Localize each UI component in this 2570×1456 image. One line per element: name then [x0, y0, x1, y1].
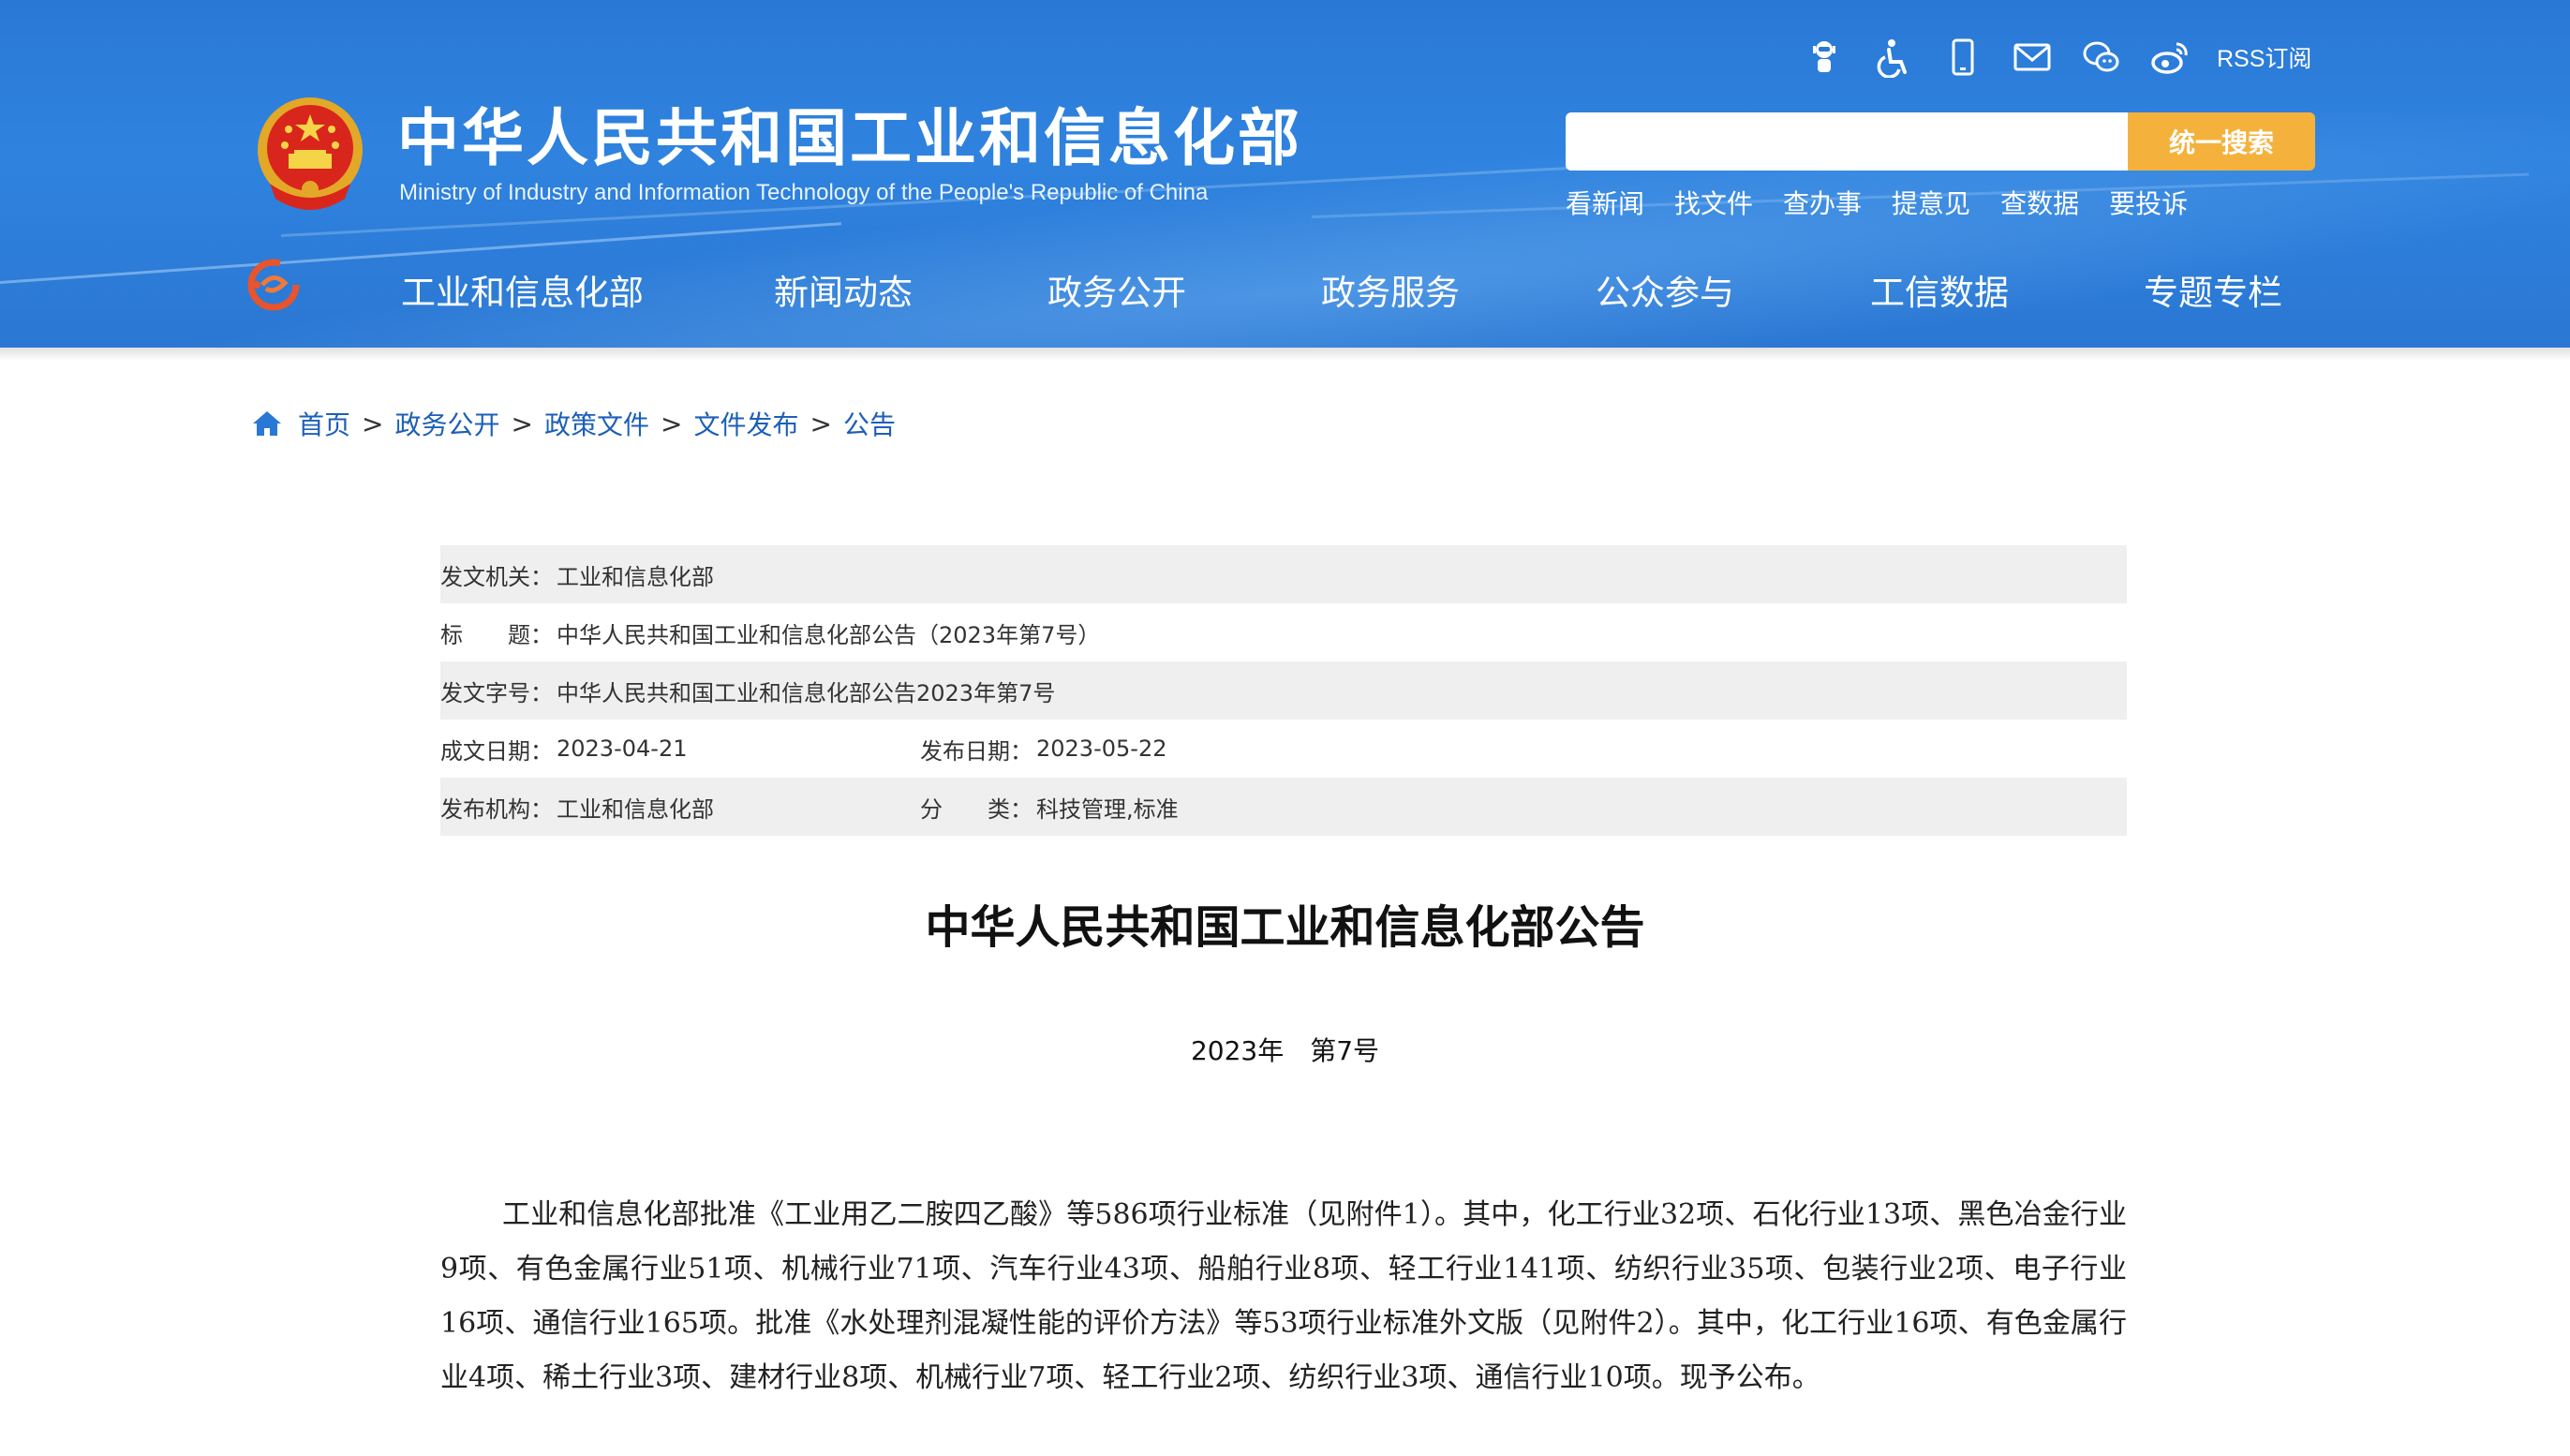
- published-date-cell: 发布日期： 2023-05-22: [920, 733, 1166, 765]
- issuer-value: 工业和信息化部: [557, 563, 714, 590]
- docno-value: 中华人民共和国工业和信息化部公告2023年第7号: [557, 679, 1056, 706]
- info-row-dates: 成文日期： 2023-04-21 发布日期： 2023-05-22: [440, 720, 2127, 778]
- created-value: 2023-04-21: [557, 735, 688, 762]
- site-header: 中华人民共和国工业和信息化部 Ministry of Industry and …: [0, 0, 2570, 348]
- main-nav: 工业和信息化部 新闻动态 政务公开 政务服务 公众参与 工信数据 专题专栏: [0, 264, 2570, 313]
- title-value: 中华人民共和国工业和信息化部公告（2023年第7号）: [557, 621, 1101, 648]
- national-emblem-icon: [258, 97, 363, 210]
- breadcrumb-announcement[interactable]: 公告: [843, 405, 896, 442]
- nav-item-news[interactable]: 新闻动态: [774, 264, 913, 315]
- site-subtitle: Ministry of Industry and Information Tec…: [399, 180, 1209, 205]
- created-label: 成文日期：: [440, 737, 553, 765]
- quick-link-files[interactable]: 找文件: [1674, 184, 1753, 221]
- header-shadow: [0, 348, 2570, 361]
- created-date-cell: 成文日期： 2023-04-21: [440, 733, 920, 765]
- search-button[interactable]: 统一搜索: [2128, 112, 2315, 171]
- org-cell: 发布机构： 工业和信息化部: [440, 791, 920, 824]
- breadcrumb-separator: >: [362, 408, 384, 439]
- document-body: 工业和信息化部批准《工业用乙二胺四乙酸》等586项行业标准（见附件1）。其中，化…: [440, 1198, 2127, 1394]
- nav-item-gov-services[interactable]: 政务服务: [1321, 264, 1460, 315]
- document-title: 中华人民共和国工业和信息化部公告: [925, 901, 1645, 954]
- category-value: 科技管理,标准: [1036, 795, 1179, 823]
- accessibility-icon[interactable]: [1868, 32, 1919, 82]
- document-number: 2023年 第7号: [1190, 1035, 1380, 1066]
- nav-item-public-participation[interactable]: 公众参与: [1596, 264, 1734, 315]
- org-label: 发布机构：: [440, 795, 553, 823]
- breadcrumb-file-release[interactable]: 文件发布: [693, 405, 798, 442]
- breadcrumb: 首页 > 政务公开 > 政策文件 > 文件发布 > 公告: [251, 405, 896, 442]
- nav-item-data[interactable]: 工信数据: [1870, 264, 2009, 315]
- breadcrumb-home[interactable]: 首页: [298, 405, 350, 442]
- published-label: 发布日期：: [920, 737, 1032, 765]
- category-cell: 分 类： 科技管理,标准: [920, 791, 1179, 824]
- breadcrumb-policy-files[interactable]: 政策文件: [544, 405, 649, 442]
- quick-link-services[interactable]: 查办事: [1783, 184, 1862, 221]
- issuer-label: 发文机关：: [440, 563, 553, 590]
- published-value: 2023-05-22: [1036, 735, 1167, 762]
- quick-link-feedback[interactable]: 提意见: [1892, 184, 1970, 221]
- wechat-icon[interactable]: [2076, 32, 2127, 82]
- search-input[interactable]: [1566, 112, 2128, 171]
- robot-icon[interactable]: [1799, 32, 1850, 82]
- breadcrumb-gov-affairs[interactable]: 政务公开: [394, 405, 499, 442]
- page: 中华人民共和国工业和信息化部 Ministry of Industry and …: [0, 0, 2570, 1456]
- org-value: 工业和信息化部: [557, 795, 714, 823]
- nav-item-gov-affairs[interactable]: 政务公开: [1047, 264, 1186, 315]
- info-row-docno: 发文字号： 中华人民共和国工业和信息化部公告2023年第7号: [440, 661, 2127, 720]
- quick-links: 看新闻 找文件 查办事 提意见 查数据 要投诉: [1566, 184, 2218, 221]
- nav-item-ministry[interactable]: 工业和信息化部: [401, 264, 644, 315]
- rss-link[interactable]: RSS订阅: [2217, 40, 2311, 74]
- breadcrumb-separator: >: [660, 408, 683, 439]
- quick-link-news[interactable]: 看新闻: [1566, 184, 1644, 221]
- info-row-issuer: 发文机关： 工业和信息化部: [440, 545, 2127, 603]
- site-title: 中华人民共和国工业和信息化部: [397, 102, 1302, 174]
- utility-icons: RSS订阅: [1799, 32, 2311, 82]
- mobile-icon[interactable]: [1938, 32, 1988, 82]
- info-row-title: 标 题： 中华人民共和国工业和信息化部公告（2023年第7号）: [440, 603, 2127, 661]
- breadcrumb-separator: >: [511, 408, 533, 439]
- document-info-table: 发文机关： 工业和信息化部 标 题： 中华人民共和国工业和信息化部公告（2023…: [440, 545, 2127, 836]
- quick-link-data[interactable]: 查数据: [2000, 184, 2079, 221]
- breadcrumb-separator: >: [810, 408, 832, 439]
- mail-icon[interactable]: [2007, 32, 2057, 82]
- quick-link-complaint[interactable]: 要投诉: [2109, 184, 2188, 221]
- home-icon[interactable]: [251, 408, 283, 439]
- title-label: 标 题：: [440, 621, 553, 648]
- docno-label: 发文字号：: [440, 679, 553, 706]
- nav-item-topics[interactable]: 专题专栏: [2144, 264, 2282, 315]
- weibo-icon[interactable]: [2146, 32, 2196, 82]
- info-row-org: 发布机构： 工业和信息化部 分 类： 科技管理,标准: [440, 778, 2127, 836]
- category-label: 分 类：: [920, 795, 1032, 823]
